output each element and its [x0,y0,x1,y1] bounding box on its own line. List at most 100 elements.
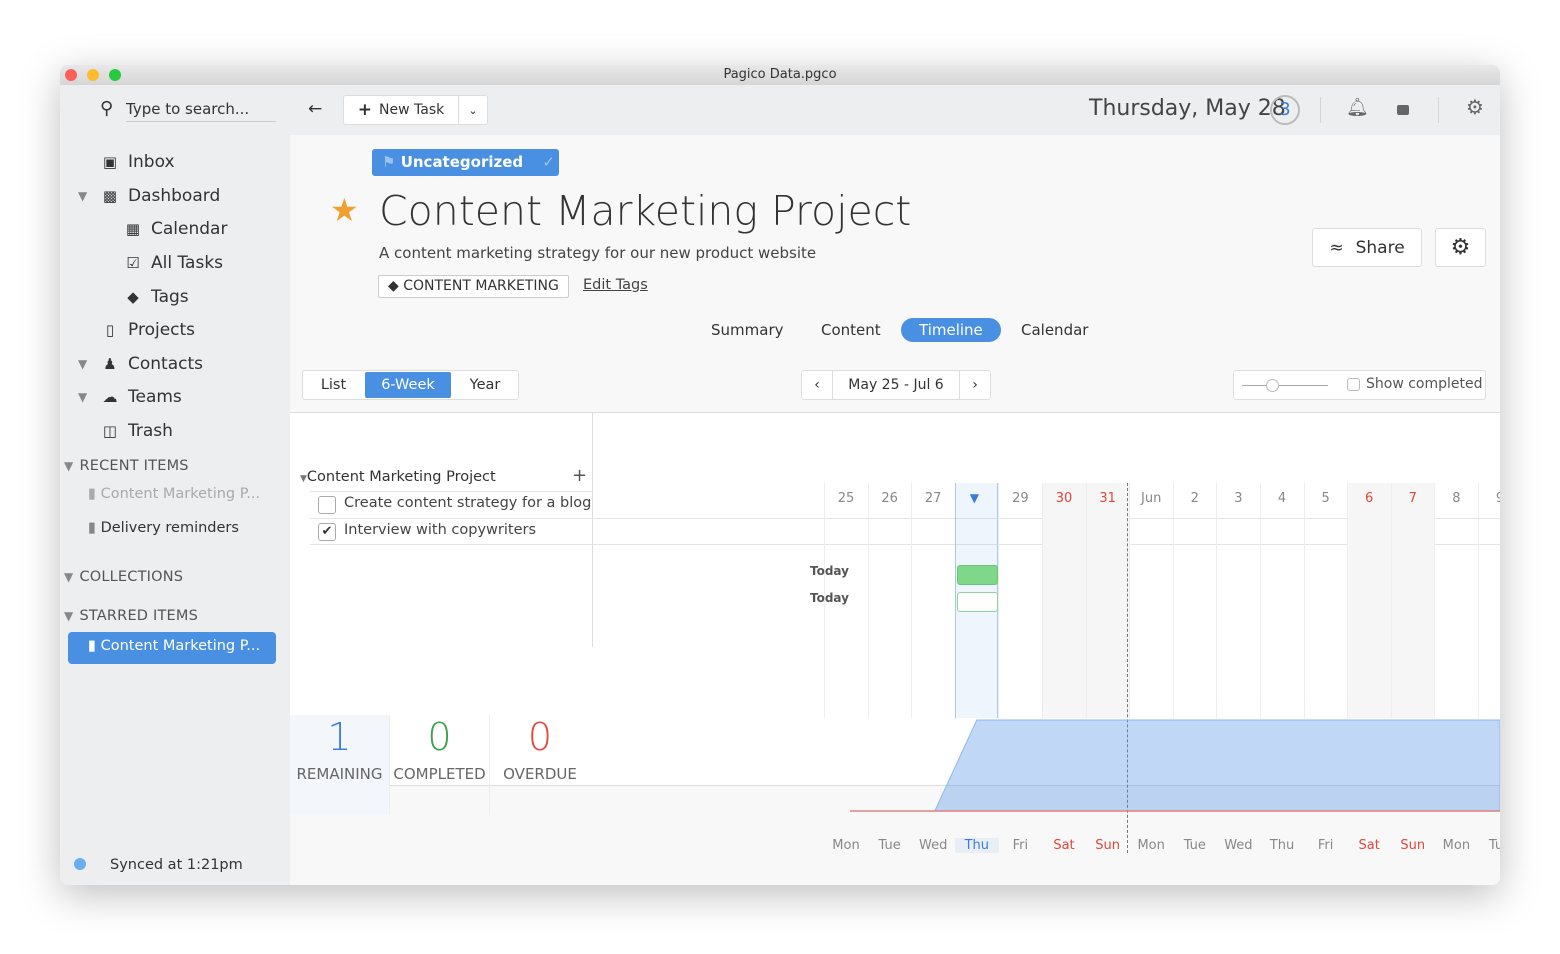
tab-content[interactable]: Content [803,318,899,342]
timeline-grid: 25 Mon 26 Tue 27 Wed Thu 29 Fri 30 Sat 31 Sun Jun Mon 2… [824,483,1500,853]
file-icon: ▯ [105,321,115,339]
weekday-label: Fri [1317,838,1334,853]
next-range-chevron-icon[interactable]: › [959,370,991,400]
plus-icon: + [357,100,373,120]
recent-item[interactable]: ▮ Delivery reminders [88,520,239,536]
day-number: 26 [881,491,898,506]
show-completed-checkbox[interactable] [1347,378,1360,391]
task-bar[interactable] [956,565,999,585]
task-due-label: Today [810,591,849,605]
weekday-label: Sat [1053,838,1075,853]
star-icon[interactable]: ★ [330,191,359,229]
recent-item[interactable]: ▮ Content Marketing P... [88,486,260,502]
task-checkbox[interactable] [318,496,336,514]
day-number: 9 [1478,491,1500,506]
day-column[interactable] [1347,483,1391,718]
day-column[interactable] [1172,483,1217,718]
project-settings-gear-icon[interactable]: ⚙ [1435,228,1486,267]
day-column[interactable] [1303,483,1348,718]
checkbox-icon: ☑ [126,254,140,272]
edit-tags-link[interactable]: Edit Tags [583,277,648,293]
starred-item-selected[interactable]: ▮ Content Marketing P... [68,632,276,664]
project-view: ⚑ Uncategorized ✓ ★ Content Marketing Pr… [290,135,1500,885]
day-number: 30 [1055,491,1073,506]
day-column[interactable] [998,483,1042,718]
day-column[interactable] [1085,483,1130,718]
day-number: 27 [924,491,942,506]
sidebar-item-all-tasks[interactable]: ☑ All Tasks [123,253,223,273]
calendar-icon: ▦ [125,220,141,238]
day-column[interactable] [867,483,912,718]
starred-items-header[interactable]: ▼ STARRED ITEMS [64,608,198,624]
task-bar-completed[interactable] [956,592,999,612]
sidebar-item-dashboard[interactable]: ▩ Dashboard [100,186,220,206]
view-list[interactable]: List [303,371,364,399]
weekday-label: Sun [1095,838,1120,853]
day-column[interactable] [1129,483,1173,718]
timeline-options: Show completed [1233,370,1486,400]
new-task-dropdown-chevron-icon[interactable]: ⌄ [458,95,488,125]
view-year[interactable]: Year [453,371,517,399]
task-title[interactable]: Interview with copywriters [344,522,536,538]
day-column[interactable] [1478,483,1500,718]
weekday-label: Fri [1012,838,1029,853]
share-button[interactable]: ≈ Share [1312,228,1422,267]
day-number: 8 [1452,491,1461,506]
search-input[interactable]: Type to search... [126,100,276,122]
day-column[interactable] [911,483,955,718]
minimize-window-button[interactable] [87,69,99,81]
project-title[interactable]: Content Marketing Project [379,187,911,235]
sidebar-item-trash[interactable]: ◫ Trash [100,421,173,441]
day-column[interactable] [1216,483,1260,718]
add-task-plus-icon[interactable]: + [572,465,587,486]
wifi-icon: ≈ [1329,237,1344,258]
day-column[interactable] [1260,483,1304,718]
category-selector[interactable]: ⚑ Uncategorized ✓ [372,149,559,176]
task-title[interactable]: Create content strategy for a blog [344,495,591,511]
weekday-label: Sat [1358,838,1380,853]
weekday-label: Wed [919,838,948,853]
sidebar-item-inbox[interactable]: ▣ Inbox [100,152,175,172]
previous-range-chevron-icon[interactable]: ‹ [801,370,833,400]
tags-icon: ◆ [127,288,139,306]
sync-status-icon [74,858,86,870]
cloud-icon: ☁ [102,388,118,406]
day-column[interactable] [1434,483,1478,718]
task-checkbox-checked[interactable]: ✔ [318,523,336,541]
day-column[interactable] [1390,483,1435,718]
project-group-row[interactable]: ▼Content Marketing Project [300,469,496,485]
back-arrow-icon[interactable]: ← [308,99,322,119]
remaining-area [934,719,1500,812]
collections-header[interactable]: ▼ COLLECTIONS [64,569,183,585]
bell-icon[interactable]: 🔔︎ [1346,97,1369,118]
expand-triangle-icon[interactable]: ▼ [78,390,87,404]
tab-summary[interactable]: Summary [693,318,802,342]
tab-timeline[interactable]: Timeline [901,318,1001,342]
lock-icon[interactable] [1397,105,1409,115]
zoom-slider-thumb[interactable] [1266,379,1279,392]
sidebar-item-teams[interactable]: ☁ Teams [100,387,182,407]
sidebar-item-contacts[interactable]: ♟ Contacts [100,354,203,374]
recent-items-header[interactable]: ▼ RECENT ITEMS [64,458,189,474]
day-number: 29 [1012,491,1029,506]
project-description[interactable]: A content marketing strategy for our new… [379,244,816,262]
zoom-slider[interactable] [1242,385,1328,386]
collapse-triangle-icon[interactable]: ▼ [300,474,307,484]
sidebar-item-calendar[interactable]: ▦ Calendar [123,219,228,239]
close-window-button[interactable] [65,69,77,81]
sidebar-item-tags[interactable]: ◆ Tags [123,287,188,307]
tab-calendar[interactable]: Calendar [1003,318,1106,342]
show-completed-label: Show completed [1366,376,1483,392]
view-6-week[interactable]: 6-Week [365,372,451,398]
settings-gear-icon[interactable]: ⚙ [1466,95,1484,119]
tag-content-marketing[interactable]: ◆ CONTENT MARKETING [378,275,569,298]
notification-count-badge[interactable]: 3 [1270,95,1300,125]
date-range[interactable]: May 25 - Jul 6 [832,370,960,400]
zoom-window-button[interactable] [109,69,121,81]
expand-triangle-icon[interactable]: ▼ [78,357,87,371]
new-task-button[interactable]: + New Task [343,95,459,125]
day-number: 6 [1365,491,1374,506]
expand-triangle-icon[interactable]: ▼ [78,189,87,203]
day-column[interactable] [1042,483,1086,718]
sidebar-item-projects[interactable]: ▯ Projects [100,320,195,340]
